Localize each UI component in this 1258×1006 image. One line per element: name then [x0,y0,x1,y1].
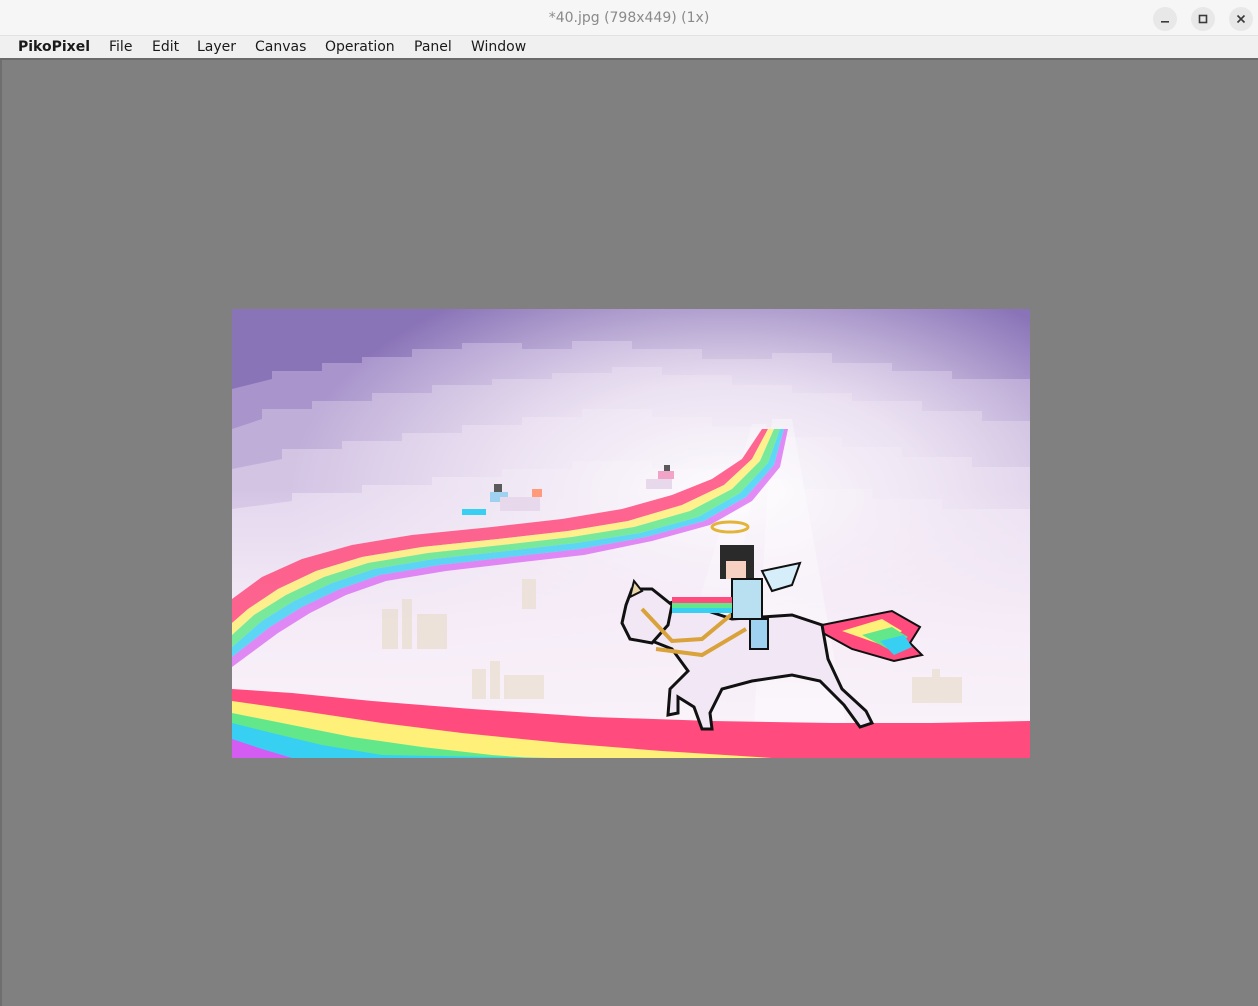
maximize-icon [1198,14,1208,24]
menu-file[interactable]: File [109,36,132,58]
window-title: *40.jpg (798x449) (1x) [548,10,710,26]
minimize-icon [1161,21,1169,23]
menu-canvas[interactable]: Canvas [255,36,306,58]
app-window: *40.jpg (798x449) (1x) PikoPixel File Ed… [0,0,1258,1006]
close-icon [1236,14,1246,24]
menu-operation[interactable]: Operation [325,36,395,58]
pixel-art-scene [232,309,1030,758]
menu-bar: PikoPixel File Edit Layer Canvas Operati… [0,36,1258,60]
pixel-art-image[interactable] [232,309,1030,758]
close-button[interactable] [1229,7,1253,31]
menu-panel[interactable]: Panel [414,36,452,58]
maximize-button[interactable] [1191,7,1215,31]
title-bar[interactable]: *40.jpg (798x449) (1x) [0,0,1258,36]
menu-layer[interactable]: Layer [197,36,236,58]
menu-edit[interactable]: Edit [152,36,179,58]
menu-app-pikopixel[interactable]: PikoPixel [18,36,90,58]
menu-window[interactable]: Window [471,36,526,58]
minimize-button[interactable] [1153,7,1177,31]
